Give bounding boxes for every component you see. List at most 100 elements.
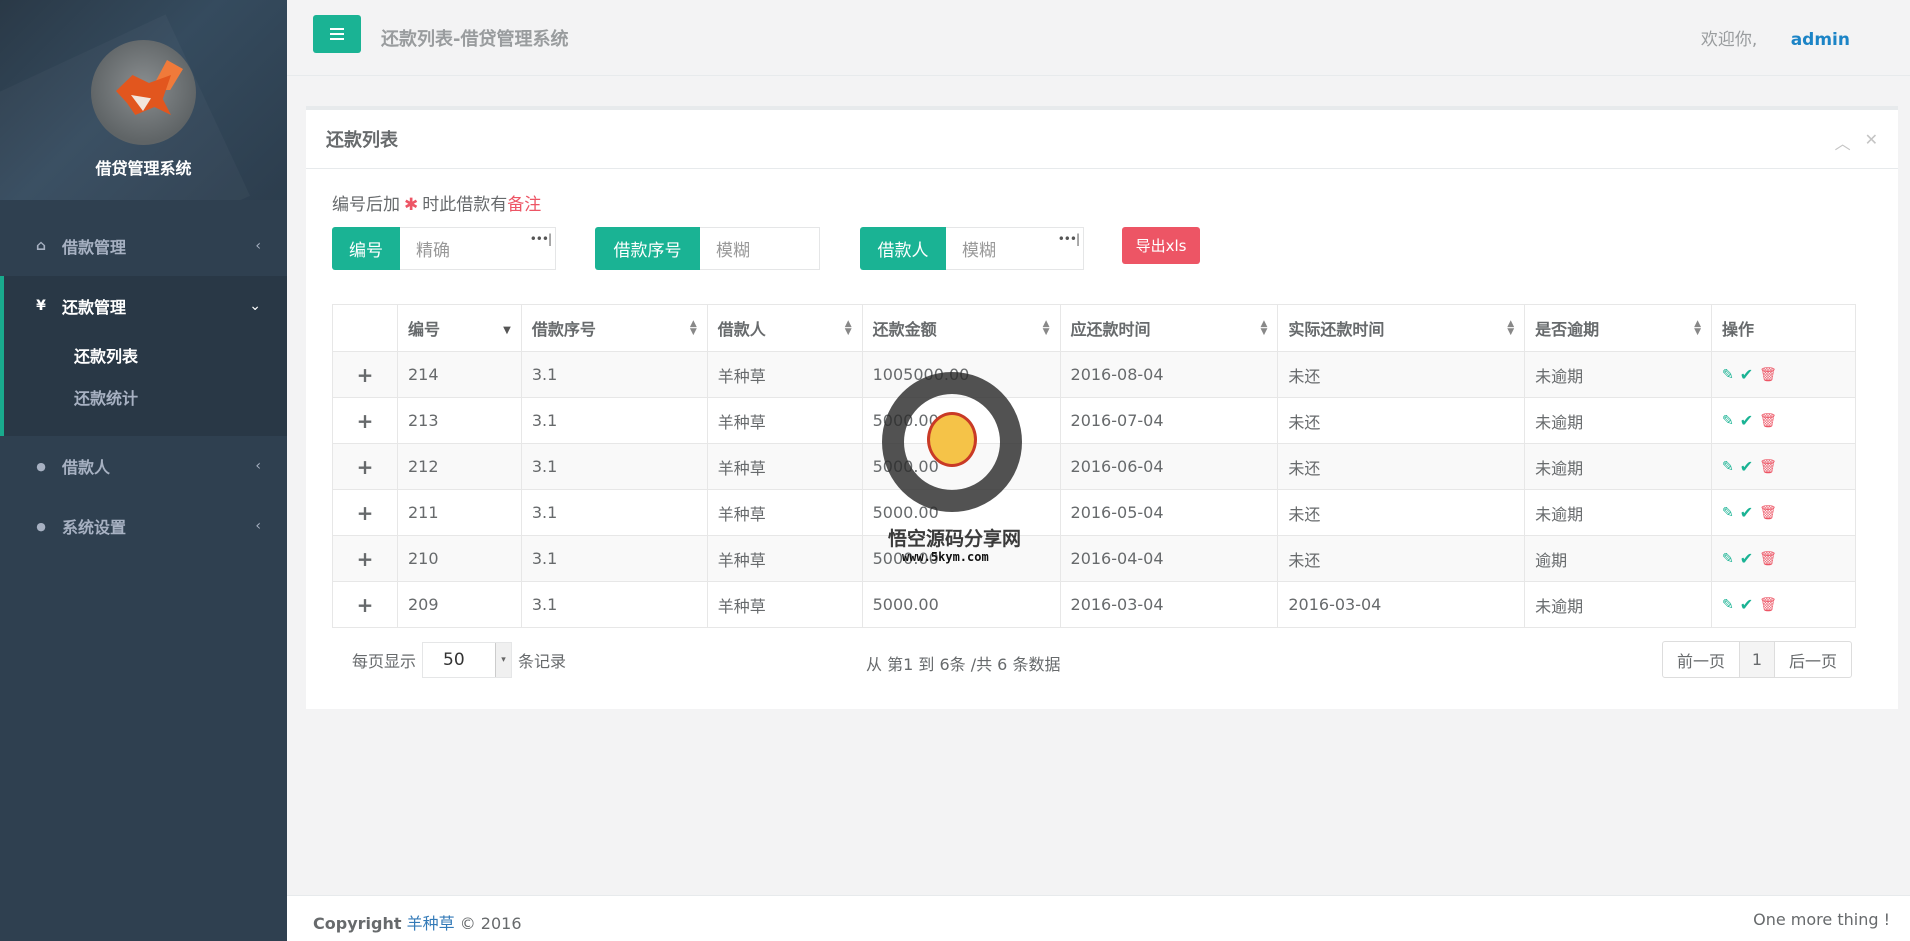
table-header-row: 编号 ▼ 借款序号 ▲ ▼ 借款人 ▲ ▼ 还款金额 ▲ ▼ 应还款时间 ▲ ▼ 实际还款时间 ▲ ▼… — [332, 304, 1856, 352]
expand-plus-icon[interactable]: + — [332, 351, 398, 398]
cell-amount: 5000.00 — [861, 581, 1061, 628]
expand-plus-icon[interactable]: + — [332, 489, 398, 536]
user-link[interactable]: admin — [1791, 30, 1850, 50]
check-icon[interactable]: ✔ — [1740, 411, 1753, 430]
sidebar-item-loan-management[interactable]: ⌂ 借款管理 ‹ — [0, 216, 287, 276]
edit-icon[interactable]: ✎ — [1722, 597, 1734, 613]
cell-seq-link[interactable]: 3.1 — [520, 397, 708, 444]
cell-seq-link[interactable]: 3.1 — [520, 581, 708, 628]
cell-overdue: 未逾期 — [1524, 397, 1713, 444]
cell-borrower-link[interactable]: 羊种草 — [706, 489, 863, 536]
edit-icon[interactable]: ✎ — [1722, 459, 1734, 475]
trash-icon[interactable]: 🗑 — [1759, 459, 1777, 475]
check-icon[interactable]: ✔ — [1740, 457, 1753, 476]
expand-plus-icon[interactable]: + — [332, 581, 398, 628]
cell-actions: ✎ ✔ 🗑 — [1711, 351, 1856, 398]
page-number-button[interactable]: 1 — [1739, 641, 1775, 678]
cell-borrower-link[interactable]: 羊种草 — [706, 443, 863, 490]
edit-icon[interactable]: ✎ — [1722, 413, 1734, 429]
cell-actual: 未还 — [1277, 397, 1526, 444]
edit-icon[interactable]: ✎ — [1722, 505, 1734, 521]
caret-down-icon: ▾ — [495, 643, 512, 677]
yen-icon: ¥ — [36, 298, 46, 314]
check-icon[interactable]: ✔ — [1740, 549, 1753, 568]
check-icon[interactable]: ✔ — [1740, 503, 1753, 522]
footer: Copyright 羊种草 © 2016 One more thing ! — [287, 895, 1910, 941]
trash-icon[interactable]: 🗑 — [1759, 551, 1777, 567]
col-actual-date[interactable]: 实际还款时间 ▲ ▼ — [1277, 304, 1526, 352]
watermark: 悟空源码分享网 www.5kym.com — [872, 372, 1032, 572]
cell-id: 211 — [396, 489, 522, 536]
prev-page-button[interactable]: 前一页 — [1662, 641, 1740, 678]
menu-toggle-button[interactable] — [313, 15, 361, 53]
expand-plus-icon[interactable]: + — [332, 535, 398, 582]
cell-actual: 未还 — [1277, 535, 1526, 582]
search-borrower-label: 借款人 — [860, 227, 946, 270]
sidebar-item-system-settings[interactable]: ● 系统设置 ‹ — [0, 496, 287, 556]
cell-seq-link[interactable]: 3.1 — [520, 443, 708, 490]
check-icon[interactable]: ✔ — [1740, 365, 1753, 384]
col-due-date[interactable]: 应还款时间 ▲ ▼ — [1059, 304, 1279, 352]
trash-icon[interactable]: 🗑 — [1759, 505, 1777, 521]
cell-seq-link[interactable]: 3.1 — [520, 351, 708, 398]
cell-id: 214 — [396, 351, 522, 398]
chevron-left-icon: ‹ — [255, 238, 261, 254]
cell-due: 2016-04-04 — [1059, 535, 1279, 582]
cell-overdue: 未逾期 — [1524, 581, 1713, 628]
edit-icon[interactable]: ✎ — [1722, 551, 1734, 567]
expand-plus-icon[interactable]: + — [332, 397, 398, 444]
submenu: 还款列表 还款统计 — [4, 336, 287, 436]
panel-tools: ︿ ✕ — [1835, 130, 1878, 154]
cell-actions: ✎ ✔ 🗑 — [1711, 581, 1856, 628]
submenu-item-repayment-stats[interactable]: 还款统计 — [4, 378, 287, 420]
collapse-icon[interactable]: ︿ — [1835, 130, 1851, 154]
sidebar-item-borrower[interactable]: ● 借款人 ‹ — [0, 436, 287, 496]
avatar[interactable] — [91, 40, 196, 145]
profile-area: 借贷管理系统 — [0, 0, 287, 200]
chevron-left-icon: ‹ — [255, 458, 261, 474]
more-icon: •••| — [529, 232, 552, 246]
cell-actions: ✎ ✔ 🗑 — [1711, 489, 1856, 536]
panel-title: 还款列表 — [326, 130, 398, 151]
page-size-select[interactable]: 50 ▾ — [422, 642, 513, 678]
submenu-item-repayment-list[interactable]: 还款列表 — [4, 336, 287, 378]
trash-icon[interactable]: 🗑 — [1759, 597, 1777, 613]
search-seq-input[interactable]: 模糊 — [700, 227, 820, 270]
col-seq[interactable]: 借款序号 ▲ ▼ — [520, 304, 708, 352]
col-overdue[interactable]: 是否逾期 ▲ ▼ — [1524, 304, 1713, 352]
next-page-button[interactable]: 后一页 — [1774, 641, 1852, 678]
cell-borrower-link[interactable]: 羊种草 — [706, 581, 863, 628]
sort-icon: ▲ ▼ — [844, 319, 852, 337]
trash-icon[interactable]: 🗑 — [1759, 367, 1777, 383]
sidebar: 借贷管理系统 ⌂ 借款管理 ‹ ¥ 还款管理 ⌄ 还款列表 还款统计 ● 借款人 — [0, 0, 287, 941]
table-row: + 209 3.1 羊种草 5000.00 2016-03-04 2016-03… — [332, 581, 1856, 628]
export-xls-button[interactable]: 导出xls — [1122, 227, 1200, 264]
sidebar-nav: ⌂ 借款管理 ‹ ¥ 还款管理 ⌄ 还款列表 还款统计 ● 借款人 ‹ ● 系统… — [0, 200, 287, 556]
check-icon[interactable]: ✔ — [1740, 595, 1753, 614]
col-amount[interactable]: 还款金额 ▲ ▼ — [861, 304, 1061, 352]
cell-borrower-link[interactable]: 羊种草 — [706, 397, 863, 444]
sidebar-item-repayment-management[interactable]: ¥ 还款管理 ⌄ 还款列表 还款统计 — [0, 276, 287, 436]
cell-id: 209 — [396, 581, 522, 628]
cell-actual: 未还 — [1277, 443, 1526, 490]
user-icon: ● — [36, 459, 46, 473]
cell-overdue: 未逾期 — [1524, 489, 1713, 536]
close-icon[interactable]: ✕ — [1865, 130, 1878, 154]
cell-borrower-link[interactable]: 羊种草 — [706, 535, 863, 582]
edit-icon[interactable]: ✎ — [1722, 367, 1734, 383]
brand-name: 借贷管理系统 — [95, 159, 192, 178]
sidebar-item-label: 还款管理 — [62, 298, 127, 317]
table-row: + 210 3.1 羊种草 5000.00 2016-04-04 未还 逾期 ✎… — [332, 535, 1856, 582]
search-id-input[interactable]: 精确 •••| — [400, 227, 556, 270]
col-borrower[interactable]: 借款人 ▲ ▼ — [706, 304, 863, 352]
panel-header: 还款列表 ︿ ✕ — [306, 110, 1898, 169]
trash-icon[interactable]: 🗑 — [1759, 413, 1777, 429]
cell-seq-link[interactable]: 3.1 — [520, 535, 708, 582]
col-id[interactable]: 编号 ▼ — [396, 304, 522, 352]
cell-borrower-link[interactable]: 羊种草 — [706, 351, 863, 398]
cell-seq-link[interactable]: 3.1 — [520, 489, 708, 536]
cell-actual: 2016-03-04 — [1277, 581, 1526, 628]
search-borrower-input[interactable]: 模糊 •••| — [946, 227, 1084, 270]
expand-plus-icon[interactable]: + — [332, 443, 398, 490]
author-link[interactable]: 羊种草 — [407, 914, 455, 933]
